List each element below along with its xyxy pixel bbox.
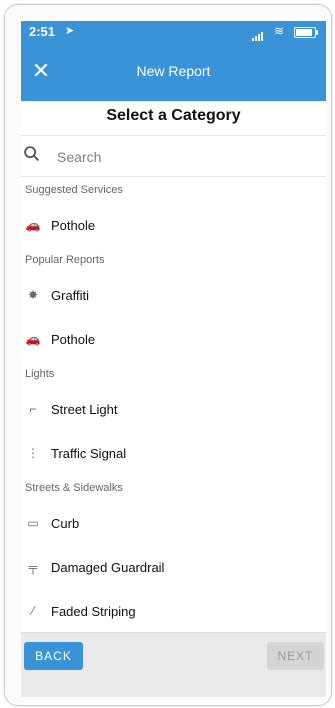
- page-title: Select a Category: [21, 101, 326, 136]
- list-item-damaged-guardrail[interactable]: ╤ Damaged Guardrail: [21, 545, 326, 589]
- signal-bars-icon: [252, 26, 264, 41]
- app-screen: 2:51 ➤ ≋ ✕ New Report Select a Category …: [21, 21, 326, 697]
- status-bar: 2:51 ➤ ≋: [21, 21, 326, 43]
- section-header-suggested: Suggested Services: [25, 184, 123, 196]
- battery-icon: [294, 27, 318, 38]
- car-icon: 🚗: [25, 218, 41, 232]
- street-light-icon: ⌐: [29, 402, 37, 416]
- list-item-label: Damaged Guardrail: [51, 559, 165, 575]
- list-item-pothole-popular[interactable]: 🚗 Pothole: [21, 317, 326, 361]
- search-bar: [21, 136, 326, 177]
- list-item-label: Pothole: [51, 217, 96, 233]
- car-icon: 🚗: [25, 332, 41, 346]
- list-item-label: Curb: [51, 515, 80, 531]
- wifi-icon: ≋: [273, 24, 284, 38]
- list-item-pothole-suggested[interactable]: 🚗 Pothole: [21, 203, 326, 247]
- location-arrow-icon: ➤: [65, 25, 75, 37]
- list-item-faded-striping[interactable]: ⁄ Faded Striping: [21, 589, 326, 632]
- curb-icon: ▭: [27, 516, 39, 530]
- section-header-streets: Streets & Sidewalks: [25, 482, 123, 494]
- list-item-label: Graffiti: [51, 287, 90, 303]
- back-button[interactable]: BACK: [24, 642, 83, 670]
- search-input[interactable]: [55, 144, 309, 170]
- status-time: 2:51: [29, 24, 56, 39]
- search-icon: [24, 146, 40, 162]
- guardrail-icon: ╤: [28, 560, 38, 574]
- next-button[interactable]: NEXT: [267, 642, 324, 670]
- nav-title: New Report: [136, 63, 211, 79]
- phone-frame: 2:51 ➤ ≋ ✕ New Report Select a Category …: [4, 4, 332, 706]
- navigation-bar: ✕ New Report: [21, 43, 326, 101]
- section-header-popular: Popular Reports: [25, 254, 105, 266]
- striping-icon: ⁄: [31, 604, 34, 618]
- list-item-traffic-signal[interactable]: ⋮ Traffic Signal: [21, 431, 326, 475]
- list-item-curb[interactable]: ▭ Curb: [21, 501, 326, 545]
- list-item-label: Pothole: [51, 331, 96, 347]
- section-header-lights: Lights: [25, 368, 55, 380]
- footer-spacer: [21, 673, 326, 697]
- list-item-label: Faded Striping: [51, 603, 136, 619]
- spray-can-icon: ✸: [27, 288, 39, 302]
- traffic-signal-icon: ⋮: [27, 446, 39, 460]
- list-item-label: Traffic Signal: [51, 445, 127, 461]
- list-item-street-light[interactable]: ⌐ Street Light: [21, 387, 326, 431]
- list-item-label: Street Light: [51, 401, 118, 417]
- category-list: Suggested Services 🚗 Pothole Popular Rep…: [21, 177, 326, 632]
- list-item-graffiti[interactable]: ✸ Graffiti: [21, 273, 326, 317]
- footer-bar: BACK NEXT: [21, 632, 326, 697]
